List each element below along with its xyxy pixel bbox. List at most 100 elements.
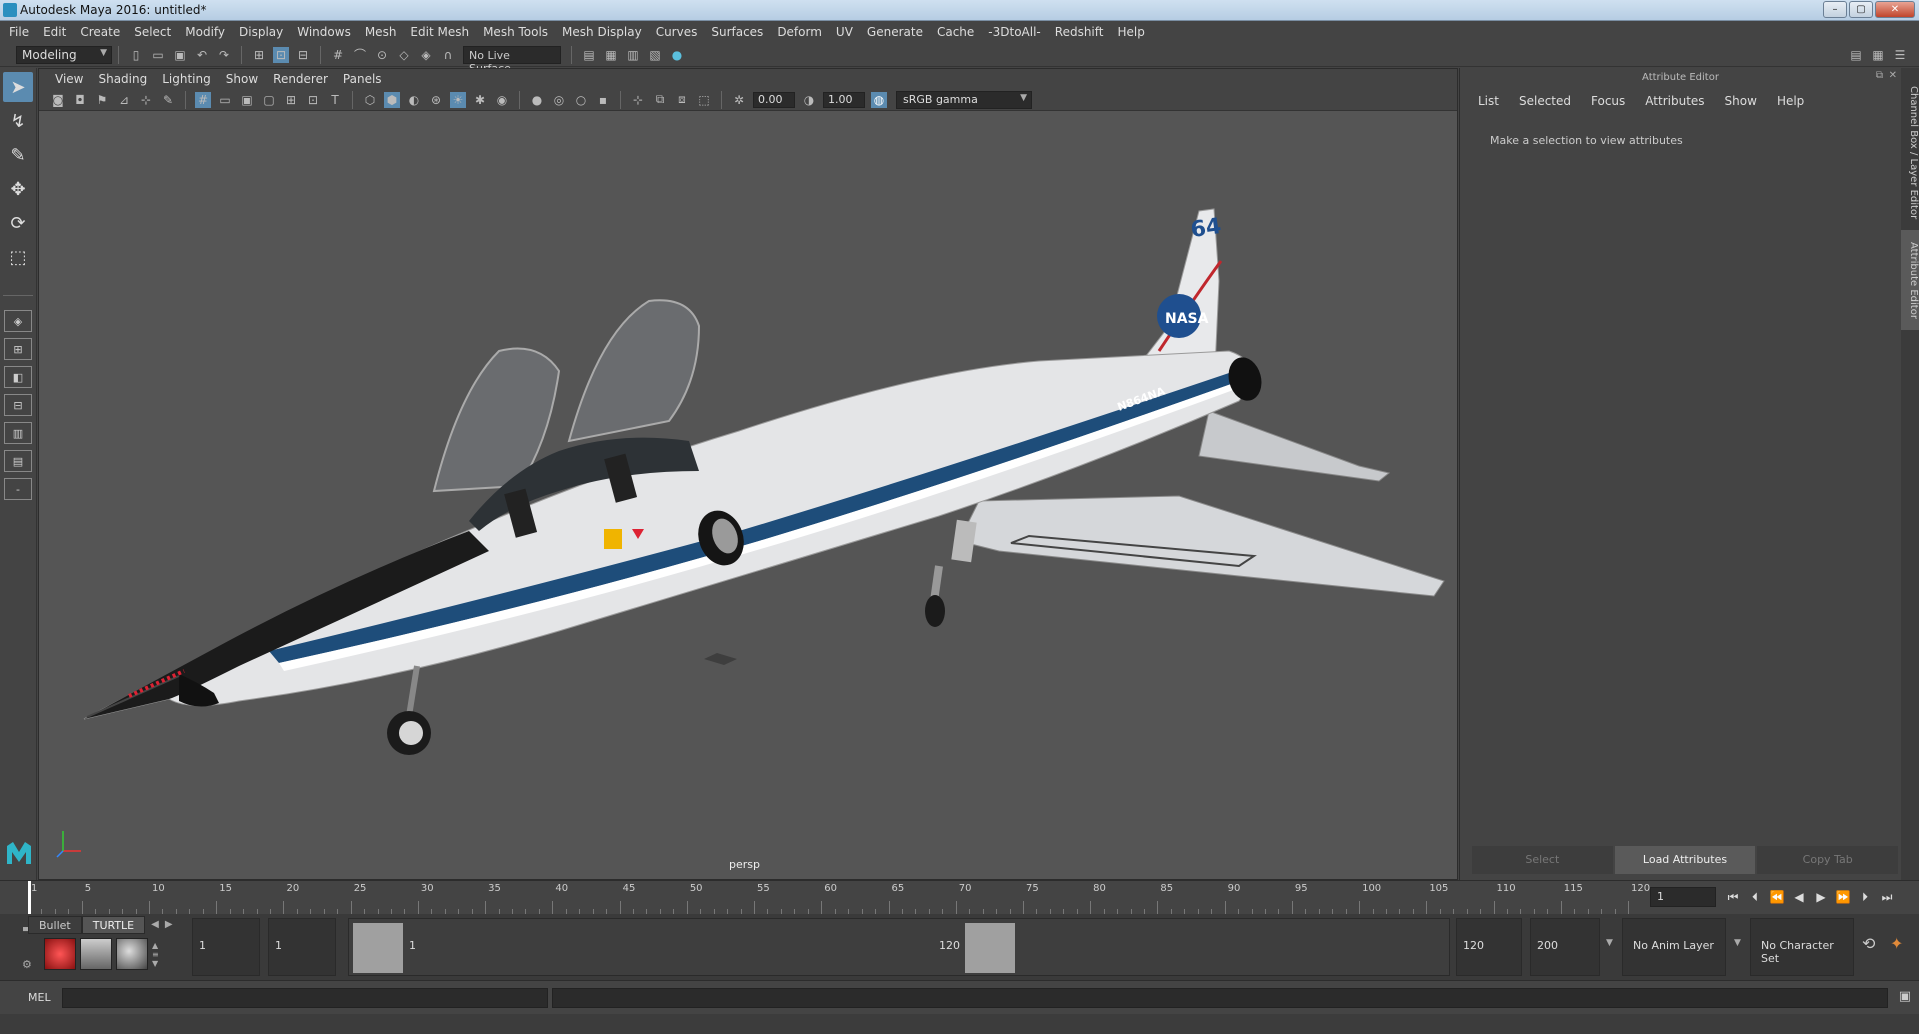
move-tool-icon[interactable]: ✥ [3,174,33,204]
menu-select[interactable]: Select [134,25,171,39]
menu-generate[interactable]: Generate [867,25,923,39]
chevron-down-icon[interactable]: ▼ [1734,938,1741,948]
menu-display[interactable]: Display [239,25,283,39]
range-end-handle[interactable] [965,923,1015,973]
open-scene-icon[interactable]: ▭ [150,47,166,63]
workspace-attribute-editor-icon[interactable]: ▦ [1870,47,1886,63]
grid-icon[interactable]: # [195,91,211,108]
current-time-indicator[interactable] [28,881,31,915]
single-perspective-layout-icon[interactable]: ◈ [4,310,32,332]
isolate-select-icon[interactable]: ▪ [595,92,611,108]
camera-icon[interactable]: ◙ [50,92,66,108]
paint-select-tool-icon[interactable]: ✎ [3,140,33,170]
workspace-channel-box-icon[interactable]: ▤ [1848,47,1864,63]
viewport-panel[interactable]: View Shading Lighting Show Renderer Pane… [38,68,1458,880]
close-panel-icon[interactable]: ✕ [1889,70,1897,81]
maximize-button[interactable]: ▢ [1849,1,1873,18]
play-backwards-icon[interactable]: ◀ [1790,887,1808,907]
anim-layer-selector[interactable]: No Anim Layer [1622,918,1726,976]
step-forward-frame-icon[interactable]: ⏵ [1856,887,1874,907]
xray-icon[interactable]: ⊹ [630,92,646,108]
resolution-gate-icon[interactable]: ▣ [239,92,255,108]
ae-copy-tab-button[interactable]: Copy Tab [1757,846,1899,874]
select-by-hierarchy-icon[interactable]: ⊞ [251,47,267,63]
menu-surfaces[interactable]: Surfaces [711,25,763,39]
menu-deform[interactable]: Deform [777,25,822,39]
select-by-component-icon[interactable]: ⊟ [295,47,311,63]
step-forward-key-icon[interactable]: ⏩ [1834,887,1852,907]
command-input[interactable] [62,988,548,1008]
gate-mask-icon[interactable]: ▢ [261,92,277,108]
menu-create[interactable]: Create [80,25,120,39]
film-gate-icon[interactable]: ▭ [217,92,233,108]
persp-hypershade-layout-icon[interactable]: ▥ [4,422,32,444]
exposure-icon[interactable]: ✲ [731,92,747,108]
depth-of-field-icon[interactable]: ○ [573,92,589,108]
ae-menu-help[interactable]: Help [1777,94,1804,112]
snap-point-icon[interactable]: ⊙ [374,47,390,63]
menu-curves[interactable]: Curves [656,25,698,39]
undo-icon[interactable]: ↶ [194,47,210,63]
menu-mesh-tools[interactable]: Mesh Tools [483,25,548,39]
exposure-field[interactable]: 0.00 [753,91,795,108]
ae-select-button[interactable]: Select [1472,846,1613,874]
shelf-up-icon[interactable]: ▲ [152,941,159,950]
playback-start-field[interactable]: 1 [268,918,336,976]
live-surface-field[interactable]: No Live Surface [463,45,561,75]
range-slider-bar[interactable]: 1 120 [348,918,1450,976]
menu-mesh[interactable]: Mesh [365,25,397,39]
channel-box-tab[interactable]: Channel Box / Layer Editor [1901,78,1919,228]
persp-uv-layout-icon[interactable]: ▤ [4,450,32,472]
character-set-selector[interactable]: No Character Set [1750,918,1854,976]
smooth-shade-icon[interactable]: ⬢ [384,91,400,108]
anim-preferences-icon[interactable]: ✦ [1890,934,1903,953]
textured-icon[interactable]: ⊛ [428,92,444,108]
close-button[interactable]: ✕ [1875,1,1915,18]
turtle-render-icon[interactable] [44,938,76,970]
backface-culling-icon[interactable]: ⬚ [696,92,712,108]
persp-graph-layout-icon[interactable]: ⊟ [4,394,32,416]
shelf-tab-turtle[interactable]: TURTLE [81,916,146,934]
ae-menu-show[interactable]: Show [1725,94,1757,112]
time-slider-ticks[interactable]: 1 5 10 15 20 25 30 35 40 45 50 55 60 65 70 75 80 85 90 95 10… [28,881,1650,915]
menu-edit[interactable]: Edit [43,25,66,39]
ae-menu-list[interactable]: List [1478,94,1499,112]
range-start-handle[interactable] [353,923,403,973]
motion-blur-icon[interactable]: ● [529,92,545,108]
menu-set-selector[interactable]: Modeling ▼ [16,45,112,64]
wireframe-icon[interactable]: ⬡ [362,92,378,108]
time-slider[interactable]: 1 5 10 15 20 25 30 35 40 45 50 55 60 65 70 75 80 85 90 95 10… [0,880,1919,915]
menu-help[interactable]: Help [1117,25,1144,39]
save-scene-icon[interactable]: ▣ [172,47,188,63]
shelf-scroll-left-icon[interactable]: ◀ [151,916,159,934]
auto-key-icon[interactable]: ⟲ [1862,934,1875,953]
select-by-object-icon[interactable]: ⊡ [273,46,289,63]
persp-outliner-layout-icon[interactable]: ◧ [4,366,32,388]
menu-cache[interactable]: Cache [937,25,974,39]
snap-grid-icon[interactable]: # [330,47,346,63]
render-frame-icon[interactable]: ▦ [603,47,619,63]
playback-end-field[interactable]: 120 [1456,918,1522,976]
go-to-start-icon[interactable]: ⏮ [1724,887,1742,907]
menu-windows[interactable]: Windows [297,25,351,39]
shelf-list-icon[interactable]: ≡ [152,950,159,959]
float-panel-icon[interactable]: ⧉ [1876,70,1883,81]
ae-menu-focus[interactable]: Focus [1591,94,1625,112]
snap-view-plane-icon[interactable]: ◇ [396,47,412,63]
viewport-menu-show[interactable]: Show [226,72,258,86]
rotate-tool-icon[interactable]: ⟳ [3,208,33,238]
script-editor-icon[interactable]: ▣ [1899,989,1911,1004]
color-management-icon[interactable]: ◍ [871,91,887,108]
shelf-down-icon[interactable]: ▼ [152,959,159,968]
menu-edit-mesh[interactable]: Edit Mesh [410,25,469,39]
ae-menu-selected[interactable]: Selected [1519,94,1571,112]
workspace-tool-settings-icon[interactable]: ☰ [1892,47,1908,63]
viewport-menu-shading[interactable]: Shading [98,72,147,86]
ae-menu-attributes[interactable]: Attributes [1645,94,1704,112]
redo-icon[interactable]: ↷ [216,47,232,63]
ae-load-attributes-button[interactable]: Load Attributes [1614,846,1756,874]
viewport-menu-renderer[interactable]: Renderer [273,72,328,86]
attribute-editor-tab[interactable]: Attribute Editor [1901,230,1919,330]
play-forwards-icon[interactable]: ▶ [1812,887,1830,907]
field-chart-icon[interactable]: ⊞ [283,92,299,108]
